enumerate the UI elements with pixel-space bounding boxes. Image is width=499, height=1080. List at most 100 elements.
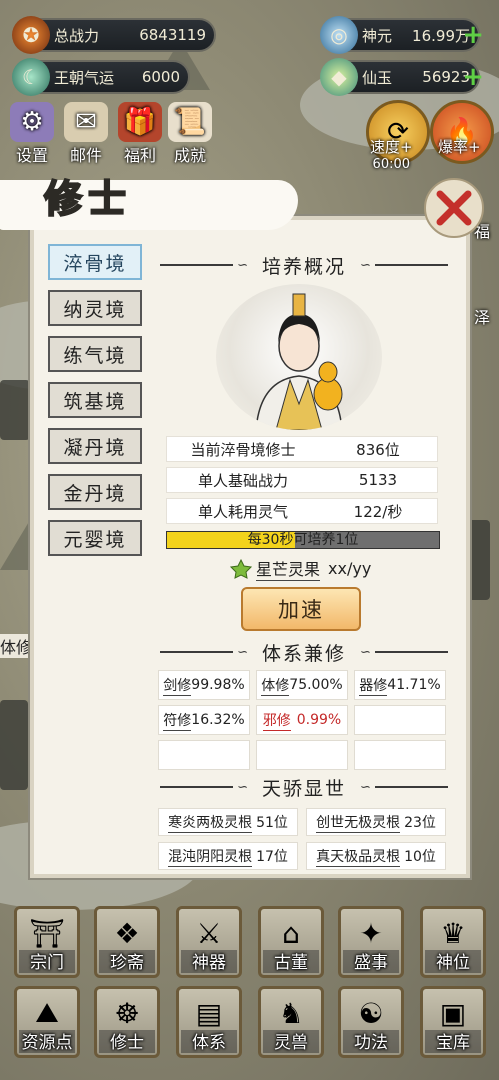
section-overview-title: 培养概况 xyxy=(262,255,347,278)
settings-label: 设置 xyxy=(15,146,48,165)
nav-beast-button[interactable]: ♞ 灵兽 xyxy=(258,986,324,1058)
nav-antique-button[interactable]: ⌂ 古董 xyxy=(258,906,324,978)
shenyuan-add-button[interactable]: + xyxy=(462,22,484,48)
info-row-count: 当前淬骨境修士 836位 xyxy=(166,436,438,462)
info-qi-value: 122/秒 xyxy=(353,502,403,521)
tab-jindan[interactable]: 金丹境 xyxy=(48,474,142,510)
settings-icon: ⚙ xyxy=(10,102,54,142)
tab-lianqi[interactable]: 练气境 xyxy=(48,336,142,372)
accelerate-button[interactable]: 加速 xyxy=(241,587,361,631)
nav-resource-button[interactable]: ⛰ 资源点 xyxy=(14,986,80,1058)
mail-button[interactable]: ✉ 邮件 xyxy=(60,102,112,166)
speed-label-text: 速度+ xyxy=(370,138,413,156)
talent-value: 51位 xyxy=(256,815,288,831)
xianyu-label: 仙玉 xyxy=(362,68,393,87)
nav-deity-button[interactable]: ♛ 神位 xyxy=(420,906,486,978)
cell-value: 41.71% xyxy=(387,677,441,693)
talent-name: 寒炎两极灵根 xyxy=(168,812,253,833)
book-icon: ▤ xyxy=(195,996,223,1030)
info-count-label: 当前淬骨境修士 xyxy=(190,440,296,459)
crit-boost-label: 爆率+ xyxy=(438,138,481,156)
cell-value: 16.32% xyxy=(191,712,245,728)
settings-button[interactable]: ⚙ 设置 xyxy=(6,102,58,166)
nav-label: 修士 xyxy=(97,1028,157,1053)
nav-label: 古董 xyxy=(261,948,321,973)
fruit-name[interactable]: 星芒灵果 xyxy=(256,556,321,581)
fruit-item: 星芒灵果 xx/yy xyxy=(230,556,371,581)
info-count-value: 836位 xyxy=(356,440,400,459)
throne-icon: ♛ xyxy=(440,916,466,950)
talent-value: 10位 xyxy=(404,849,436,865)
dynasty-luck-label: 王朝气运 xyxy=(54,68,115,87)
talent-grid: 寒炎两极灵根 51位 创世无极灵根 23位 混沌阴阳灵根 17位 真天极品灵根 10位 xyxy=(158,808,446,870)
nav-artifact-button[interactable]: ⚔ 神器 xyxy=(176,906,242,978)
tab-cuigu[interactable]: 淬骨境 xyxy=(48,244,142,280)
nav-label: 宗门 xyxy=(17,948,77,973)
training-progress-bar: 每30秒可培养1位 xyxy=(166,531,440,549)
welfare-button[interactable]: 🎁 福利 xyxy=(114,102,166,166)
nav-label: 资源点 xyxy=(17,1028,77,1053)
pagoda-icon: ⌂ xyxy=(282,916,300,950)
cultivation-cell-body[interactable]: 体修 75.00% xyxy=(256,670,348,700)
total-power-bar: ✪ 总战力 6843119 xyxy=(12,16,216,54)
nav-system-button[interactable]: ▤ 体系 xyxy=(176,986,242,1058)
nav-label: 盛事 xyxy=(341,948,401,973)
nav-treasure-shop-button[interactable]: ❖ 珍斋 xyxy=(94,906,160,978)
chest-icon: ▣ xyxy=(439,996,467,1030)
cultivation-cell-talisman[interactable]: 符修 16.32% xyxy=(158,705,250,735)
section-talent-title: 天骄显世 xyxy=(262,777,347,800)
cell-value: 99.98% xyxy=(191,677,245,693)
talent-cell[interactable]: 混沌阴阳灵根 17位 xyxy=(158,842,298,870)
cell-value: 75.00% xyxy=(289,677,343,693)
mountain-icon: ⛰ xyxy=(35,996,59,1029)
total-power-value: 6843119 xyxy=(139,26,206,44)
tab-zhuji[interactable]: 筑基境 xyxy=(48,382,142,418)
panel-title: 修士 xyxy=(43,175,133,222)
scroll-icon: 📜 xyxy=(168,102,212,142)
nav-label: 灵兽 xyxy=(261,1028,321,1053)
talent-name: 真天极品灵根 xyxy=(316,846,401,867)
nav-label: 功法 xyxy=(341,1028,401,1053)
info-row-qi: 单人耗用灵气 122/秒 xyxy=(166,498,438,524)
cell-name: 符修 xyxy=(163,710,192,731)
nav-cultivator-button[interactable]: ☸ 修士 xyxy=(94,986,160,1058)
cultivation-cell-empty xyxy=(256,740,348,770)
section-overview-header: ∽ 培养概况 ∽ xyxy=(160,250,449,280)
luck-moon-icon: ☾ xyxy=(12,58,50,96)
close-button[interactable] xyxy=(424,178,484,238)
shenyuan-bar: ◎ 神元 16.99万 + xyxy=(320,16,484,54)
cultivation-grid: 剑修 99.98% 体修 75.00% 器修 41.71% 符修 16.32% 邪修 0.… xyxy=(158,670,446,770)
nav-label: 神位 xyxy=(423,948,483,973)
nav-event-button[interactable]: ✦ 盛事 xyxy=(338,906,404,978)
speed-boost-label: 速度+ 60:00 xyxy=(370,136,413,172)
yinyang-icon: ☯ xyxy=(358,996,384,1030)
training-progress-text: 每30秒可培养1位 xyxy=(247,532,359,548)
cultivation-cell-evil[interactable]: 邪修 0.99% xyxy=(256,705,348,735)
talent-cell[interactable]: 真天极品灵根 10位 xyxy=(306,842,446,870)
info-power-label: 单人基础战力 xyxy=(197,471,288,490)
tab-naling[interactable]: 纳灵境 xyxy=(48,290,142,326)
nav-vault-button[interactable]: ▣ 宝库 xyxy=(420,986,486,1058)
talent-value: 23位 xyxy=(404,815,436,831)
nav-label: 宝库 xyxy=(423,1028,483,1053)
star-fruit-icon xyxy=(230,558,252,579)
jade-gem-icon: ◆ xyxy=(320,58,358,96)
dynasty-luck-value: 6000 xyxy=(141,68,180,86)
achievement-button[interactable]: 📜 成就 xyxy=(164,102,216,166)
close-icon xyxy=(436,190,472,226)
tab-ningdan[interactable]: 凝丹境 xyxy=(48,428,142,464)
meditate-icon: ☸ xyxy=(114,996,140,1030)
talent-name: 创世无极灵根 xyxy=(316,812,401,833)
cultivation-cell-artifact[interactable]: 器修 41.71% xyxy=(354,670,446,700)
cultivation-cell-sword[interactable]: 剑修 99.98% xyxy=(158,670,250,700)
tab-yuanying[interactable]: 元婴境 xyxy=(48,520,142,556)
power-emblem-icon: ✪ xyxy=(12,16,50,54)
realm-tabs: 淬骨境 纳灵境 练气境 筑基境 凝丹境 金丹境 元婴境 xyxy=(48,244,142,566)
nav-sect-button[interactable]: ⛩ 宗门 xyxy=(14,906,80,978)
cell-value: 0.99% xyxy=(296,712,342,728)
section-talent-header: ∽ 天骄显世 ∽ xyxy=(160,772,449,802)
talent-cell[interactable]: 创世无极灵根 23位 xyxy=(306,808,446,836)
xianyu-add-button[interactable]: + xyxy=(462,64,484,90)
nav-technique-button[interactable]: ☯ 功法 xyxy=(338,986,404,1058)
talent-cell[interactable]: 寒炎两极灵根 51位 xyxy=(158,808,298,836)
